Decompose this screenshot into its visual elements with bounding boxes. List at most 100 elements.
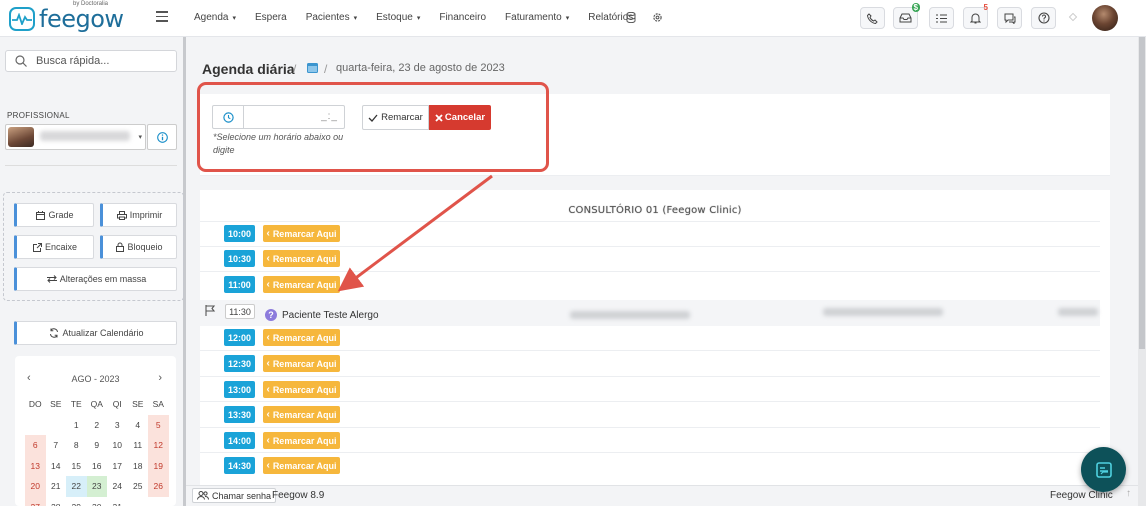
calendar-weekday: SA [152, 399, 164, 410]
calendar-day[interactable]: 10 [107, 435, 128, 456]
row-divider [200, 246, 1100, 247]
slot-time[interactable]: 10:00 [224, 225, 255, 242]
calendar-day[interactable]: 29 [66, 497, 87, 506]
slot-time[interactable]: 13:00 [224, 381, 255, 398]
calendar-day[interactable]: 11 [128, 435, 149, 456]
help-button[interactable] [1031, 7, 1056, 29]
bloqueio-button[interactable]: Bloqueio [100, 235, 177, 259]
tasks-button[interactable] [929, 7, 954, 29]
support-chat-button[interactable] [1081, 447, 1126, 492]
menu-toggle-icon[interactable] [156, 11, 168, 22]
calendar-day[interactable]: 3 [107, 415, 128, 436]
chamar-senha-button[interactable]: Chamar senha [192, 488, 277, 503]
settings-icon[interactable] [652, 12, 663, 26]
appointment-value-blurred [1058, 308, 1098, 316]
nav-item-financeiro[interactable]: Financeiro [439, 12, 486, 23]
calendar-day[interactable]: 24 [107, 476, 128, 497]
remarcar-aqui-button[interactable]: ‹ Remarcar Aqui [263, 432, 340, 449]
grade-button[interactable]: Grade [14, 203, 94, 227]
booked-time: 11:30 [225, 304, 255, 319]
calendar-day[interactable]: 4 [128, 415, 149, 436]
calendar-day[interactable]: 15 [66, 456, 87, 477]
profissional-name-blurred [40, 131, 130, 141]
flag-icon[interactable] [205, 305, 216, 316]
notifications-button[interactable]: 5 [963, 3, 988, 29]
slot-time[interactable]: 14:00 [224, 432, 255, 449]
user-avatar[interactable] [1092, 5, 1118, 31]
profissional-select[interactable]: ▾ [5, 124, 146, 150]
row-divider [200, 221, 1100, 222]
nav-item-faturamento[interactable]: Faturamento ▾ [505, 12, 569, 23]
slot-time[interactable]: 10:30 [224, 250, 255, 267]
calendar-day[interactable]: 31 [107, 497, 128, 506]
calendar-day[interactable]: 16 [87, 456, 108, 477]
encaixe-button[interactable]: Encaixe [14, 235, 94, 259]
remarcar-aqui-button[interactable]: ‹ Remarcar Aqui [263, 406, 340, 423]
breadcrumb-separator: / [324, 62, 328, 76]
slot-time[interactable]: 12:30 [224, 355, 255, 372]
calendar-day[interactable]: 6 [25, 435, 46, 456]
calendar-day[interactable]: 1 [66, 415, 87, 436]
database-icon[interactable] [626, 11, 636, 26]
calendar-day[interactable]: 25 [128, 476, 149, 497]
page-scrollbar[interactable] [1138, 37, 1146, 506]
chat-icon [1004, 13, 1015, 24]
calendar-day[interactable]: 9 [87, 435, 108, 456]
calendar-day[interactable]: 12 [148, 435, 169, 456]
chevron-left-icon: ‹ [266, 409, 270, 420]
calendar-day[interactable]: 27 [25, 496, 46, 506]
calendar-day[interactable]: 21 [46, 476, 67, 497]
calendar-day[interactable]: 28 [46, 497, 67, 506]
calendar-day[interactable]: 20 [25, 476, 46, 497]
calendar-next-icon[interactable]: › [158, 372, 162, 384]
remarcar-aqui-button[interactable]: ‹ Remarcar Aqui [263, 457, 340, 474]
calendar-day[interactable]: 8 [66, 435, 87, 456]
calendar-day[interactable]: 19 [148, 455, 169, 476]
calendar-weekday: SE [132, 399, 144, 410]
quick-search-input[interactable]: Busca rápida... [5, 50, 177, 72]
breadcrumb-separator: / [293, 62, 297, 76]
imprimir-button[interactable]: Imprimir [100, 203, 177, 227]
atualizar-calendario-button[interactable]: Atualizar Calendário [14, 321, 177, 345]
slot-time[interactable]: 11:00 [224, 276, 255, 293]
nav-item-estoque[interactable]: Estoque ▾ [376, 12, 420, 23]
calendar-day[interactable]: 26 [148, 476, 169, 497]
slot-time[interactable]: 14:30 [224, 457, 255, 474]
remarcar-aqui-button[interactable]: ‹ Remarcar Aqui [263, 355, 340, 372]
phone-button[interactable] [860, 7, 885, 29]
booked-patient-name[interactable]: Paciente Teste Alergo [282, 310, 379, 321]
calendar-day[interactable]: 18 [128, 456, 149, 477]
feegow-logo[interactable]: feegow [9, 5, 124, 33]
row-divider [200, 271, 1100, 272]
nav-item-agenda[interactable]: Agenda ▾ [194, 12, 236, 23]
slot-time[interactable]: 12:00 [224, 329, 255, 346]
highlight-box [197, 82, 549, 172]
calendar-grid: DO SE TE QA QI SE SA 1 2 3 4 5 6 7 8 9 10 11 12 13 14 15 16 17 1… [25, 394, 169, 506]
calendar-day[interactable]: 5 [148, 414, 169, 435]
scrollbar-thumb[interactable] [1139, 37, 1145, 349]
remarcar-aqui-button[interactable]: ‹ Remarcar Aqui [263, 381, 340, 398]
calendar-day[interactable]: 23 [86, 476, 107, 497]
section-gap [200, 176, 1110, 190]
remarcar-aqui-button[interactable]: ‹ Remarcar Aqui [263, 250, 340, 267]
calendar-day[interactable]: 14 [46, 456, 67, 477]
remarcar-aqui-button[interactable]: ‹ Remarcar Aqui [263, 276, 340, 293]
calendar-day[interactable]: 2 [87, 415, 108, 436]
chat-button[interactable] [997, 7, 1022, 29]
arrow-up-icon[interactable]: ↑ [1126, 488, 1131, 499]
calendar-icon [36, 210, 46, 220]
nav-item-pacientes[interactable]: Pacientes ▾ [306, 12, 357, 23]
calendar-day[interactable]: 17 [107, 456, 128, 477]
calendar-day[interactable]: 13 [25, 455, 46, 476]
calendar-day[interactable]: 22 [66, 476, 87, 497]
profissional-info-button[interactable] [147, 124, 177, 150]
inbox-button[interactable]: $ [893, 3, 920, 29]
calendar-day[interactable]: 30 [87, 497, 108, 506]
calendar-day[interactable]: 7 [46, 435, 67, 456]
remarcar-aqui-button[interactable]: ‹ Remarcar Aqui [263, 329, 340, 346]
alteracoes-em-massa-button[interactable]: Alterações em massa [14, 267, 177, 291]
nav-item-espera[interactable]: Espera [255, 12, 287, 23]
slot-time[interactable]: 13:30 [224, 406, 255, 423]
footer-bar [186, 485, 1138, 506]
remarcar-aqui-button[interactable]: ‹ Remarcar Aqui [263, 225, 340, 242]
